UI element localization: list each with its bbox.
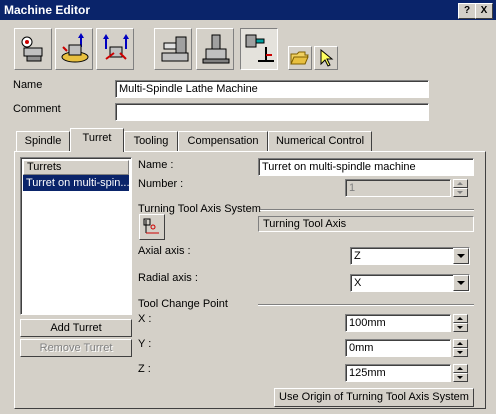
open-folder-icon bbox=[290, 51, 309, 65]
close-button[interactable]: X bbox=[475, 3, 493, 19]
chevron-down-icon[interactable] bbox=[453, 275, 469, 291]
toolbar-open-button[interactable] bbox=[288, 46, 312, 70]
tab-tooling[interactable]: Tooling bbox=[124, 131, 178, 151]
active-tab-joint bbox=[72, 150, 122, 153]
axial-axis-select[interactable]: Z bbox=[350, 247, 470, 265]
turning-machine-icon bbox=[61, 33, 89, 63]
axial-axis-value: Z bbox=[354, 250, 361, 262]
spin-down-icon bbox=[453, 188, 468, 197]
radial-axis-select[interactable]: X bbox=[350, 274, 470, 292]
turrets-list[interactable]: Turrets Turret on multi-spin... bbox=[20, 157, 132, 315]
spin-down-icon[interactable] bbox=[453, 323, 468, 332]
tab-spindle[interactable]: Spindle bbox=[16, 131, 70, 151]
spin-up-icon[interactable] bbox=[453, 364, 468, 373]
add-turret-button[interactable]: Add Turret bbox=[20, 319, 132, 337]
tab-compensation[interactable]: Compensation bbox=[178, 131, 268, 151]
chevron-down-icon[interactable] bbox=[453, 248, 469, 264]
axial-axis-label: Axial axis : bbox=[138, 245, 191, 257]
comment-field[interactable] bbox=[115, 103, 429, 121]
toolbar-turning-machine-button[interactable] bbox=[55, 28, 93, 70]
use-origin-button[interactable]: Use Origin of Turning Tool Axis System bbox=[274, 388, 474, 407]
number-spinner bbox=[453, 179, 468, 197]
multi-spindle-lathe-icon bbox=[245, 34, 274, 62]
number-field: 1 bbox=[345, 179, 451, 197]
z-field[interactable]: 125mm bbox=[345, 364, 451, 382]
y-label: Y : bbox=[138, 338, 152, 350]
toolbar-multi-spindle-lathe-button[interactable] bbox=[240, 28, 278, 70]
y-field[interactable]: 0mm bbox=[345, 339, 451, 357]
spindle-machine-icon bbox=[161, 36, 189, 62]
name-label: Name bbox=[13, 79, 43, 91]
x-field[interactable]: 100mm bbox=[345, 314, 451, 332]
toolbar-select-button[interactable] bbox=[314, 46, 338, 70]
radial-axis-label: Radial axis : bbox=[138, 272, 198, 284]
toolbar-multi-slide-machine-button[interactable] bbox=[96, 28, 134, 70]
multi-slide-machine-icon bbox=[103, 34, 129, 60]
help-button[interactable]: ? bbox=[458, 3, 476, 19]
axis-system-separator bbox=[260, 209, 474, 211]
z-label: Z : bbox=[138, 363, 151, 375]
remove-turret-button[interactable]: Remove Turret bbox=[20, 339, 132, 357]
spin-up-icon[interactable] bbox=[453, 314, 468, 323]
window-title: Machine Editor bbox=[4, 3, 91, 17]
select-arrow-icon bbox=[320, 49, 334, 67]
tool-change-separator bbox=[258, 304, 474, 306]
tab-numerical-control[interactable]: Numerical Control bbox=[268, 131, 372, 151]
name-field[interactable]: Multi-Spindle Lathe Machine bbox=[115, 80, 429, 98]
turrets-list-header[interactable]: Turrets bbox=[23, 160, 129, 175]
number-label: Number : bbox=[138, 178, 184, 190]
tool-change-point-label: Tool Change Point bbox=[138, 298, 228, 310]
y-spinner[interactable] bbox=[453, 339, 468, 357]
toolbar-vertical-lathe-button[interactable] bbox=[196, 28, 234, 70]
radial-axis-value: X bbox=[354, 277, 362, 289]
x-spinner[interactable] bbox=[453, 314, 468, 332]
spin-down-icon[interactable] bbox=[453, 348, 468, 357]
title-bar: Machine Editor ? X bbox=[0, 0, 496, 20]
toolbar-spindle-machine-button[interactable] bbox=[154, 28, 192, 70]
comment-label: Comment bbox=[13, 103, 61, 115]
toolbar-machine-select-button[interactable] bbox=[14, 28, 52, 70]
tab-turret[interactable]: Turret bbox=[70, 128, 124, 152]
list-item[interactable]: Turret on multi-spin... bbox=[23, 175, 129, 191]
z-spinner[interactable] bbox=[453, 364, 468, 382]
axis-system-button[interactable] bbox=[139, 214, 165, 240]
axis-system-icon bbox=[143, 218, 159, 234]
spin-up-icon[interactable] bbox=[453, 339, 468, 348]
axis-system-value: Turning Tool Axis bbox=[258, 216, 474, 232]
turret-name-field[interactable]: Turret on multi-spindle machine bbox=[258, 158, 474, 176]
machine-select-icon bbox=[21, 36, 43, 62]
vertical-lathe-icon bbox=[202, 34, 230, 64]
turret-name-label: Name : bbox=[138, 159, 174, 171]
x-label: X : bbox=[138, 313, 152, 325]
spin-down-icon[interactable] bbox=[453, 373, 468, 382]
spin-up-icon bbox=[453, 179, 468, 188]
